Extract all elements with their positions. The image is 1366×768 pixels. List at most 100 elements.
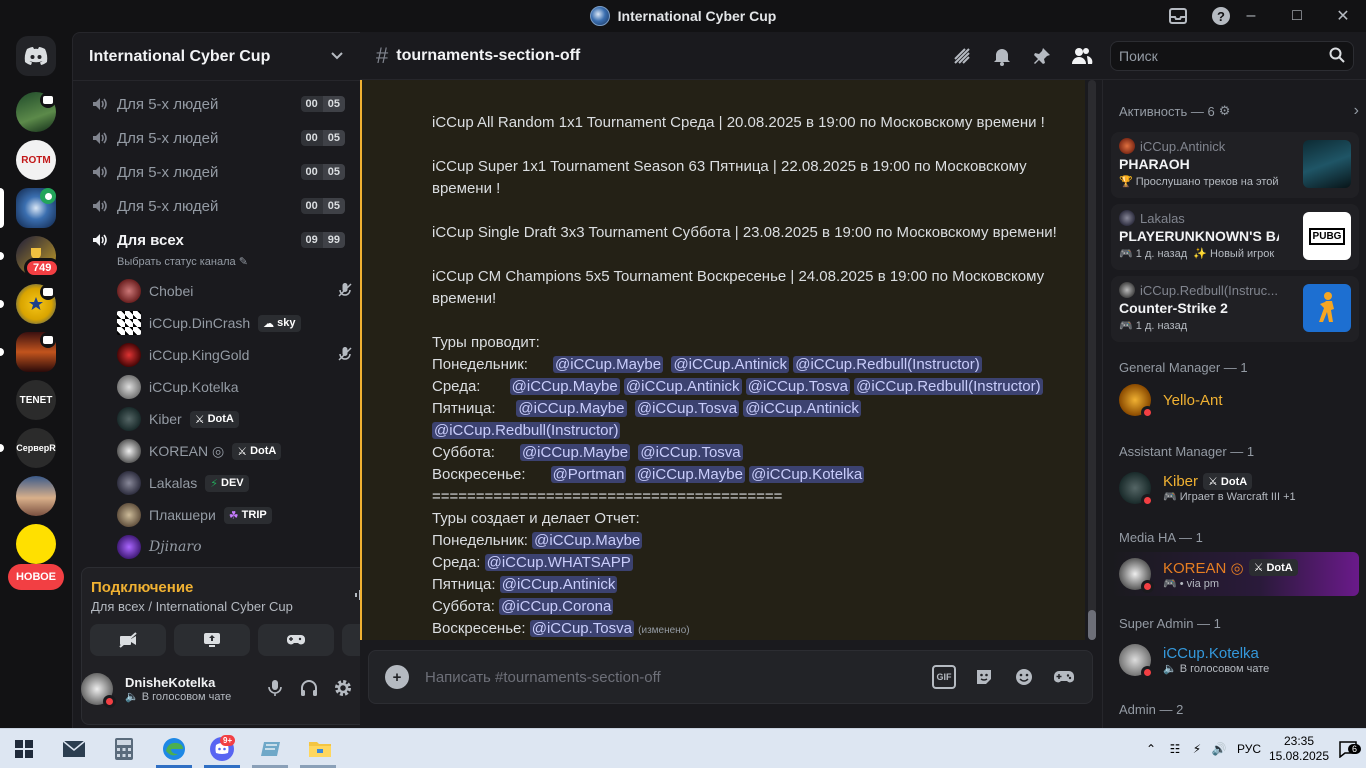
activity-card[interactable]: iCCup.Antinick PHARAOH 🏆 Прослушано трек… (1111, 132, 1359, 198)
user-mention[interactable]: @iCCup.Redbull(Instructor) (793, 356, 982, 373)
activity-header[interactable]: Активность — 6 ⚙ › (1119, 102, 1359, 120)
user-mention[interactable]: @iCCup.Tosva (634, 400, 740, 417)
screen-share-button[interactable] (174, 624, 250, 656)
camera-off-button[interactable] (90, 624, 166, 656)
network-icon[interactable]: ☷ (1164, 742, 1186, 756)
new-servers-badge[interactable]: НОВОЕ (8, 564, 64, 590)
power-icon[interactable]: ⚡ (1186, 742, 1208, 756)
voice-user[interactable]: Kiber ⚔ DotA (117, 404, 353, 434)
voice-channel-item-active[interactable]: Для всех 09 99 (81, 224, 353, 256)
language-indicator[interactable]: РУС (1230, 742, 1268, 756)
minimize-button[interactable]: – (1228, 0, 1274, 32)
attach-plus-icon[interactable]: + (385, 665, 409, 689)
calculator-app-icon[interactable] (108, 733, 140, 765)
activity-card[interactable]: iCCup.Redbull(Instruc... Counter-Strike … (1111, 276, 1359, 342)
voice-channel-item[interactable]: Для 5-х людей 00 05 (81, 156, 353, 188)
voice-user[interactable]: Chobei (117, 276, 353, 306)
sticky-app-icon[interactable] (256, 733, 288, 765)
gif-icon[interactable]: GIF (932, 665, 956, 689)
user-mention[interactable]: @iCCup.Corona (499, 598, 614, 615)
windows-start-icon[interactable] (8, 733, 40, 765)
sticker-icon[interactable] (972, 665, 996, 689)
voice-user[interactable]: iCCup.DinCrash ☁ sky (117, 308, 353, 338)
volume-icon[interactable]: 🔊 (1208, 742, 1230, 756)
user-mention[interactable]: @iCCup.Tosva (529, 620, 634, 637)
connection-location[interactable]: Для всех / International Cyber Cup (91, 599, 293, 614)
voice-user[interactable]: iCCup.Kotelka (117, 372, 353, 402)
avatar (1119, 558, 1154, 593)
serverr-server-icon[interactable]: СерверR (16, 428, 56, 468)
server-header[interactable]: International Cyber Cup (73, 33, 360, 81)
channel-status-prompt[interactable]: Выбрать статус канала ✎ (117, 255, 248, 268)
member-row[interactable]: Kiber ⚔ DotA 🎮 Играет в Warcraft III +1 (1111, 466, 1359, 510)
voice-channel-item[interactable]: Для 5-х людей 00 05 (81, 190, 353, 222)
microphone-icon[interactable] (265, 678, 285, 701)
user-mention[interactable]: @iCCup.Maybe (519, 444, 631, 461)
inbox-icon[interactable] (1166, 4, 1190, 28)
user-mention[interactable]: @iCCup.Tosva (745, 378, 850, 395)
game-controller-icon[interactable] (1052, 665, 1076, 689)
user-mention[interactable]: @iCCup.Redbull(Instructor) (854, 378, 1043, 395)
user-mention[interactable]: @iCCup.Maybe (509, 378, 620, 395)
user-mention[interactable]: @iCCup.WHATSAPP (484, 554, 633, 571)
message-line: времени! (432, 290, 497, 307)
voice-user[interactable]: Lakalas ⚡ DEV (117, 468, 353, 498)
settings-gear-icon[interactable]: ⚙ (1219, 103, 1231, 119)
settings-gear-icon[interactable] (333, 678, 353, 701)
member-row[interactable]: Yello-Ant (1111, 378, 1359, 422)
user-info: DnisheKotelka 🔈 В голосовом чате (125, 675, 231, 703)
user-mention[interactable]: @iCCup.Maybe (634, 466, 745, 483)
headphones-icon[interactable] (299, 678, 319, 701)
threads-icon[interactable] (950, 44, 974, 68)
mail-app-icon[interactable] (58, 733, 90, 765)
rotm-server-icon[interactable]: ROTM (16, 140, 56, 180)
voice-user[interactable]: Djinaro (117, 532, 353, 562)
search-input[interactable]: Поиск (1110, 41, 1354, 71)
file-explorer-icon[interactable] (304, 733, 336, 765)
activity-game: Counter-Strike 2 (1119, 300, 1228, 316)
user-mention[interactable]: @iCCup.Tosva (638, 444, 743, 461)
activity-card[interactable]: Lakalas PLAYERUNKNOWN'S BAT... 🎮 1 д. на… (1111, 204, 1359, 270)
user-mention[interactable]: @iCCup.Maybe (553, 356, 664, 373)
unread-indicator (0, 252, 4, 260)
member-list-icon[interactable] (1070, 44, 1094, 68)
discord-home-icon[interactable] (16, 36, 56, 76)
user-mention[interactable]: @iCCup.Antinick (623, 378, 742, 395)
user-mention[interactable]: @iCCup.Kotelka (749, 466, 865, 483)
activities-button[interactable] (258, 624, 334, 656)
clock[interactable]: 23:35 15.08.2025 (1268, 734, 1330, 764)
close-button[interactable]: ✕ (1320, 0, 1366, 32)
notifications-icon[interactable]: 6 (1330, 740, 1366, 758)
tenet-server-icon[interactable]: TENET (16, 380, 56, 420)
voice-user[interactable]: iCCup.KingGold (117, 340, 353, 370)
user-mention[interactable]: @Portman (550, 466, 627, 483)
user-mention[interactable]: @iCCup.Antinick (671, 356, 790, 373)
emoji-icon[interactable] (1012, 665, 1036, 689)
connection-status: Подключение (91, 579, 194, 596)
yellow-server-icon[interactable] (16, 524, 56, 564)
member-row[interactable]: KOREAN ◎ ⚔ DotA 🎮 • via pm (1111, 552, 1359, 596)
user-mention[interactable]: @iCCup.Maybe (516, 400, 627, 417)
user-mention[interactable]: @iCCup.Redbull(Instructor) (432, 422, 621, 439)
show-hidden-icons-chevron-icon[interactable]: ⌃ (1138, 742, 1164, 756)
avatar (1119, 644, 1154, 679)
message-scrollbar[interactable] (1088, 80, 1096, 640)
chevron-right-icon[interactable]: › (1354, 102, 1359, 120)
maximize-button[interactable]: □ (1274, 0, 1320, 32)
scrollbar-thumb[interactable] (1088, 610, 1096, 640)
user-avatar[interactable] (81, 673, 116, 708)
message-composer[interactable]: + Написать #tournaments-section-off GIF (368, 650, 1093, 704)
user-name: DnisheKotelka (125, 675, 216, 690)
edge-browser-icon[interactable] (158, 733, 190, 765)
voice-user[interactable]: Плакшери ☘ TRIP (117, 500, 353, 530)
voice-user[interactable]: KOREAN ◎ ⚔ DotA (117, 436, 353, 466)
notification-bell-icon[interactable] (990, 44, 1014, 68)
voice-channel-item[interactable]: Для 5-х людей 00 05 (81, 122, 353, 154)
portrait-server-icon[interactable] (16, 476, 56, 516)
user-mention[interactable]: @iCCup.Maybe (532, 532, 643, 549)
member-row[interactable]: iCCup.Kotelka 🔈 В голосовом чате (1111, 638, 1359, 682)
user-mention[interactable]: @iCCup.Antinick (499, 576, 618, 593)
user-mention[interactable]: @iCCup.Antinick (743, 400, 861, 417)
pin-icon[interactable] (1030, 44, 1054, 68)
voice-channel-item[interactable]: Для 5-х людей 00 05 (81, 88, 353, 120)
